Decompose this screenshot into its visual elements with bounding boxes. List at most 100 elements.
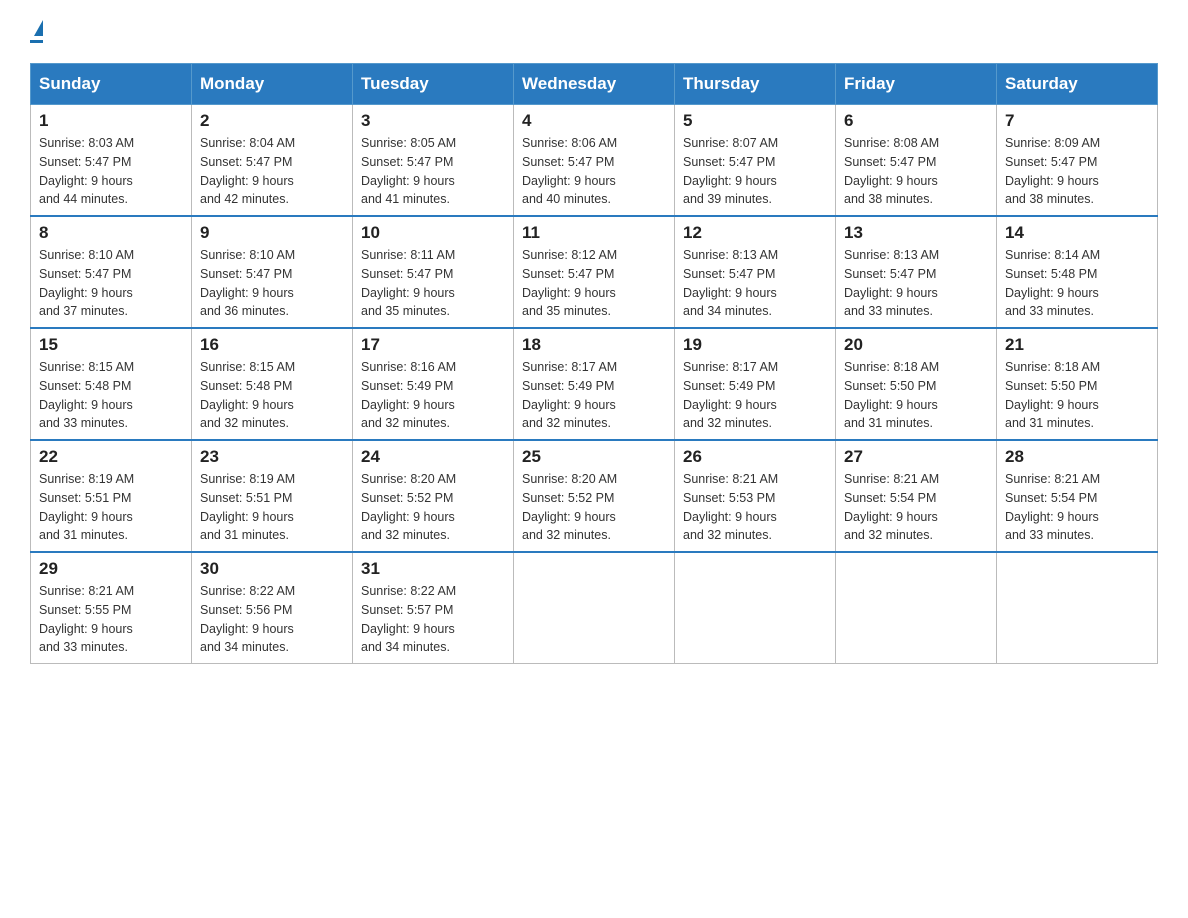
day-info: Sunrise: 8:22 AM Sunset: 5:57 PM Dayligh… <box>361 582 505 657</box>
day-info: Sunrise: 8:10 AM Sunset: 5:47 PM Dayligh… <box>39 246 183 321</box>
day-info: Sunrise: 8:21 AM Sunset: 5:53 PM Dayligh… <box>683 470 827 545</box>
day-number: 6 <box>844 111 988 131</box>
day-info: Sunrise: 8:15 AM Sunset: 5:48 PM Dayligh… <box>200 358 344 433</box>
calendar-day-cell: 18 Sunrise: 8:17 AM Sunset: 5:49 PM Dayl… <box>514 328 675 440</box>
calendar-day-header: Wednesday <box>514 64 675 105</box>
calendar-week-row: 29 Sunrise: 8:21 AM Sunset: 5:55 PM Dayl… <box>31 552 1158 664</box>
day-number: 30 <box>200 559 344 579</box>
calendar-week-row: 8 Sunrise: 8:10 AM Sunset: 5:47 PM Dayli… <box>31 216 1158 328</box>
day-info: Sunrise: 8:05 AM Sunset: 5:47 PM Dayligh… <box>361 134 505 209</box>
calendar-day-cell <box>997 552 1158 664</box>
calendar-day-cell: 10 Sunrise: 8:11 AM Sunset: 5:47 PM Dayl… <box>353 216 514 328</box>
day-number: 28 <box>1005 447 1149 467</box>
calendar-week-row: 22 Sunrise: 8:19 AM Sunset: 5:51 PM Dayl… <box>31 440 1158 552</box>
day-number: 1 <box>39 111 183 131</box>
day-number: 4 <box>522 111 666 131</box>
day-number: 9 <box>200 223 344 243</box>
day-number: 10 <box>361 223 505 243</box>
day-number: 27 <box>844 447 988 467</box>
day-info: Sunrise: 8:17 AM Sunset: 5:49 PM Dayligh… <box>522 358 666 433</box>
calendar-day-header: Monday <box>192 64 353 105</box>
calendar-day-cell: 29 Sunrise: 8:21 AM Sunset: 5:55 PM Dayl… <box>31 552 192 664</box>
calendar-day-cell: 7 Sunrise: 8:09 AM Sunset: 5:47 PM Dayli… <box>997 105 1158 217</box>
calendar-week-row: 1 Sunrise: 8:03 AM Sunset: 5:47 PM Dayli… <box>31 105 1158 217</box>
day-number: 22 <box>39 447 183 467</box>
calendar-day-cell: 27 Sunrise: 8:21 AM Sunset: 5:54 PM Dayl… <box>836 440 997 552</box>
calendar-day-cell: 1 Sunrise: 8:03 AM Sunset: 5:47 PM Dayli… <box>31 105 192 217</box>
calendar-day-cell <box>514 552 675 664</box>
day-info: Sunrise: 8:20 AM Sunset: 5:52 PM Dayligh… <box>361 470 505 545</box>
calendar-day-cell: 24 Sunrise: 8:20 AM Sunset: 5:52 PM Dayl… <box>353 440 514 552</box>
calendar-day-cell: 17 Sunrise: 8:16 AM Sunset: 5:49 PM Dayl… <box>353 328 514 440</box>
day-number: 12 <box>683 223 827 243</box>
day-info: Sunrise: 8:21 AM Sunset: 5:55 PM Dayligh… <box>39 582 183 657</box>
calendar-week-row: 15 Sunrise: 8:15 AM Sunset: 5:48 PM Dayl… <box>31 328 1158 440</box>
calendar-day-header: Sunday <box>31 64 192 105</box>
day-number: 19 <box>683 335 827 355</box>
calendar-day-cell: 4 Sunrise: 8:06 AM Sunset: 5:47 PM Dayli… <box>514 105 675 217</box>
day-info: Sunrise: 8:09 AM Sunset: 5:47 PM Dayligh… <box>1005 134 1149 209</box>
calendar-day-cell <box>675 552 836 664</box>
calendar-day-cell: 22 Sunrise: 8:19 AM Sunset: 5:51 PM Dayl… <box>31 440 192 552</box>
day-info: Sunrise: 8:07 AM Sunset: 5:47 PM Dayligh… <box>683 134 827 209</box>
calendar-day-header: Friday <box>836 64 997 105</box>
calendar-day-cell: 2 Sunrise: 8:04 AM Sunset: 5:47 PM Dayli… <box>192 105 353 217</box>
calendar-day-cell: 30 Sunrise: 8:22 AM Sunset: 5:56 PM Dayl… <box>192 552 353 664</box>
day-number: 20 <box>844 335 988 355</box>
calendar-day-cell: 14 Sunrise: 8:14 AM Sunset: 5:48 PM Dayl… <box>997 216 1158 328</box>
calendar-day-cell: 15 Sunrise: 8:15 AM Sunset: 5:48 PM Dayl… <box>31 328 192 440</box>
day-info: Sunrise: 8:03 AM Sunset: 5:47 PM Dayligh… <box>39 134 183 209</box>
day-number: 26 <box>683 447 827 467</box>
day-number: 17 <box>361 335 505 355</box>
calendar-day-cell: 3 Sunrise: 8:05 AM Sunset: 5:47 PM Dayli… <box>353 105 514 217</box>
day-info: Sunrise: 8:21 AM Sunset: 5:54 PM Dayligh… <box>1005 470 1149 545</box>
day-info: Sunrise: 8:11 AM Sunset: 5:47 PM Dayligh… <box>361 246 505 321</box>
calendar-day-cell: 16 Sunrise: 8:15 AM Sunset: 5:48 PM Dayl… <box>192 328 353 440</box>
day-info: Sunrise: 8:13 AM Sunset: 5:47 PM Dayligh… <box>683 246 827 321</box>
day-info: Sunrise: 8:22 AM Sunset: 5:56 PM Dayligh… <box>200 582 344 657</box>
day-number: 29 <box>39 559 183 579</box>
logo <box>30 20 43 43</box>
calendar-day-cell: 25 Sunrise: 8:20 AM Sunset: 5:52 PM Dayl… <box>514 440 675 552</box>
day-info: Sunrise: 8:13 AM Sunset: 5:47 PM Dayligh… <box>844 246 988 321</box>
calendar-day-cell: 11 Sunrise: 8:12 AM Sunset: 5:47 PM Dayl… <box>514 216 675 328</box>
day-number: 24 <box>361 447 505 467</box>
calendar-day-cell: 9 Sunrise: 8:10 AM Sunset: 5:47 PM Dayli… <box>192 216 353 328</box>
day-number: 2 <box>200 111 344 131</box>
day-info: Sunrise: 8:21 AM Sunset: 5:54 PM Dayligh… <box>844 470 988 545</box>
calendar-day-cell: 21 Sunrise: 8:18 AM Sunset: 5:50 PM Dayl… <box>997 328 1158 440</box>
day-number: 15 <box>39 335 183 355</box>
page-header <box>30 20 1158 43</box>
day-info: Sunrise: 8:12 AM Sunset: 5:47 PM Dayligh… <box>522 246 666 321</box>
day-info: Sunrise: 8:19 AM Sunset: 5:51 PM Dayligh… <box>39 470 183 545</box>
day-info: Sunrise: 8:04 AM Sunset: 5:47 PM Dayligh… <box>200 134 344 209</box>
day-info: Sunrise: 8:18 AM Sunset: 5:50 PM Dayligh… <box>1005 358 1149 433</box>
day-info: Sunrise: 8:06 AM Sunset: 5:47 PM Dayligh… <box>522 134 666 209</box>
calendar-day-cell <box>836 552 997 664</box>
day-number: 11 <box>522 223 666 243</box>
day-info: Sunrise: 8:17 AM Sunset: 5:49 PM Dayligh… <box>683 358 827 433</box>
calendar-day-cell: 23 Sunrise: 8:19 AM Sunset: 5:51 PM Dayl… <box>192 440 353 552</box>
calendar-day-header: Thursday <box>675 64 836 105</box>
logo-triangle-icon <box>34 20 43 36</box>
calendar-day-cell: 19 Sunrise: 8:17 AM Sunset: 5:49 PM Dayl… <box>675 328 836 440</box>
day-number: 25 <box>522 447 666 467</box>
calendar-day-cell: 26 Sunrise: 8:21 AM Sunset: 5:53 PM Dayl… <box>675 440 836 552</box>
day-number: 23 <box>200 447 344 467</box>
day-info: Sunrise: 8:08 AM Sunset: 5:47 PM Dayligh… <box>844 134 988 209</box>
calendar-day-header: Saturday <box>997 64 1158 105</box>
calendar-table: SundayMondayTuesdayWednesdayThursdayFrid… <box>30 63 1158 664</box>
day-number: 8 <box>39 223 183 243</box>
calendar-day-cell: 31 Sunrise: 8:22 AM Sunset: 5:57 PM Dayl… <box>353 552 514 664</box>
day-info: Sunrise: 8:20 AM Sunset: 5:52 PM Dayligh… <box>522 470 666 545</box>
calendar-day-cell: 12 Sunrise: 8:13 AM Sunset: 5:47 PM Dayl… <box>675 216 836 328</box>
day-number: 31 <box>361 559 505 579</box>
logo-underline <box>30 40 43 43</box>
calendar-day-cell: 20 Sunrise: 8:18 AM Sunset: 5:50 PM Dayl… <box>836 328 997 440</box>
day-info: Sunrise: 8:18 AM Sunset: 5:50 PM Dayligh… <box>844 358 988 433</box>
day-number: 14 <box>1005 223 1149 243</box>
day-number: 21 <box>1005 335 1149 355</box>
day-number: 7 <box>1005 111 1149 131</box>
day-info: Sunrise: 8:19 AM Sunset: 5:51 PM Dayligh… <box>200 470 344 545</box>
day-info: Sunrise: 8:15 AM Sunset: 5:48 PM Dayligh… <box>39 358 183 433</box>
